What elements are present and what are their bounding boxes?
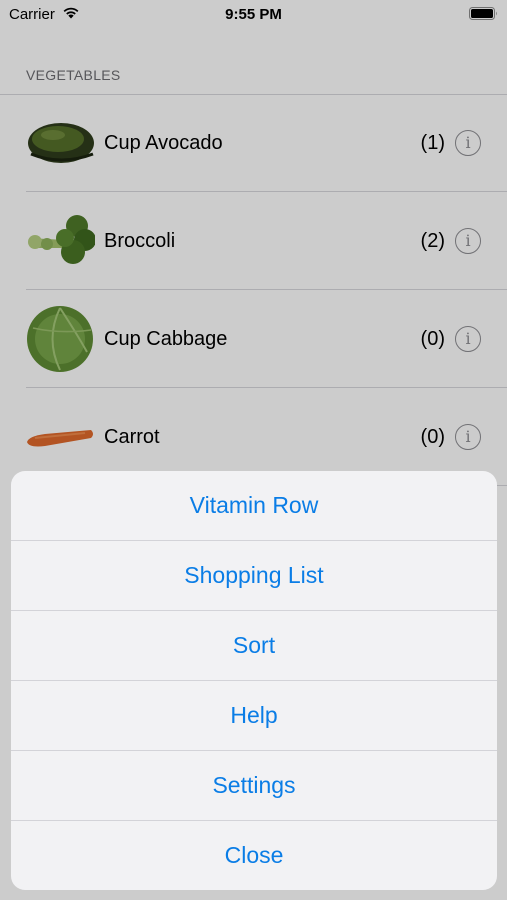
- help-button[interactable]: Help: [11, 681, 497, 751]
- settings-button[interactable]: Settings: [11, 751, 497, 821]
- close-button[interactable]: Close: [11, 821, 497, 890]
- action-sheet: Vitamin Row Shopping List Sort Help Sett…: [11, 471, 497, 890]
- shopping-list-button[interactable]: Shopping List: [11, 541, 497, 611]
- vitamin-row-button[interactable]: Vitamin Row: [11, 471, 497, 541]
- sort-button[interactable]: Sort: [11, 611, 497, 681]
